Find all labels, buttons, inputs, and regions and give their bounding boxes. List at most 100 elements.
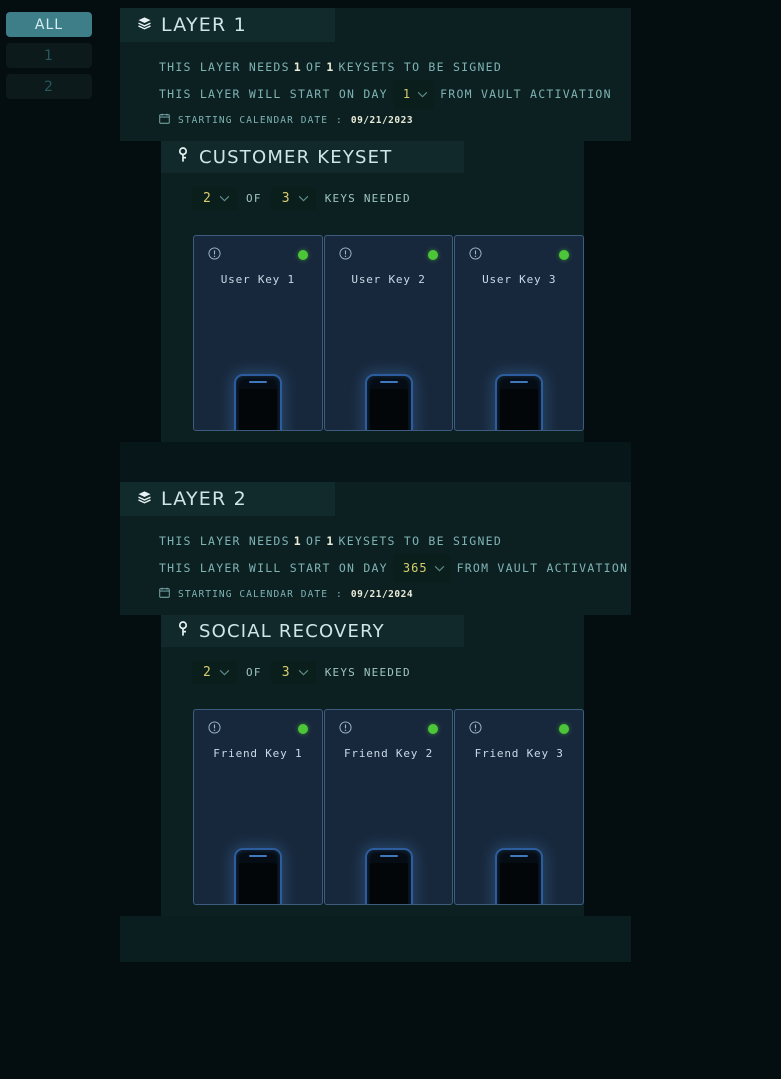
info-circle-icon[interactable]	[339, 245, 352, 264]
keys-needed-row: 2 OF 3 KEYS NEEDED	[161, 173, 584, 210]
keys-needed-label: KEYS NEEDED	[324, 666, 411, 679]
start-day-value: 1	[402, 87, 412, 101]
layer-block: LAYER 1 THIS LAYER NEEDS 1 OF 1 KEYSETS …	[120, 8, 775, 482]
key-card-top	[194, 236, 322, 264]
calendar-separator: :	[336, 114, 343, 126]
start-suffix: FROM VAULT ACTIVATION	[456, 561, 629, 575]
status-dot-icon	[428, 723, 439, 734]
status-dot-icon	[297, 249, 308, 260]
calendar-separator: :	[336, 588, 343, 600]
sidebar-item-all[interactable]: ALL	[6, 12, 92, 37]
info-circle-icon[interactable]	[469, 245, 482, 264]
sidebar-item-layer-1[interactable]: 1	[6, 43, 92, 68]
info-circle-icon[interactable]	[469, 719, 482, 738]
chevron-down-icon	[219, 666, 230, 679]
total-keys-value: 3	[281, 665, 291, 680]
of-label: OF	[246, 192, 262, 205]
layer-list: LAYER 1 THIS LAYER NEEDS 1 OF 1 KEYSETS …	[120, 8, 775, 962]
threshold-dropdown[interactable]: 2	[192, 661, 238, 684]
key-card[interactable]: Friend Key 2	[323, 709, 454, 905]
key-card[interactable]: User Key 3	[454, 235, 585, 431]
keyset-header-tab[interactable]: CUSTOMER KEYSET	[161, 141, 464, 173]
key-card-top	[325, 710, 453, 738]
mobile-phone-icon	[233, 374, 282, 430]
status-dot-icon	[559, 723, 570, 734]
page-title: LAYER 1	[161, 14, 247, 36]
key-card-label: Friend Key 3	[474, 747, 564, 760]
total-keys-dropdown[interactable]: 3	[270, 661, 316, 684]
threshold-dropdown[interactable]: 2	[192, 187, 238, 210]
calendar-label: STARTING CALENDAR DATE	[178, 114, 329, 126]
keys-needed-row: 2 OF 3 KEYS NEEDED	[161, 647, 584, 684]
keysets-required-line: THIS LAYER NEEDS 1 OF 1 KEYSETS TO BE SI…	[159, 529, 631, 554]
needs-prefix: THIS LAYER NEEDS	[159, 60, 290, 74]
key-card-top	[455, 710, 583, 738]
total-keys-value: 3	[281, 191, 291, 206]
layer-detail-lines: THIS LAYER NEEDS 1 OF 1 KEYSETS TO BE SI…	[120, 516, 631, 601]
start-prefix: THIS LAYER WILL START ON DAY	[159, 87, 388, 101]
vault-layers-screen: ALL 1 2 LAYER 1 THIS LAYER NEEDS 1 OF 1 …	[0, 0, 781, 1079]
chevron-down-icon	[417, 82, 428, 107]
needs-prefix: THIS LAYER NEEDS	[159, 534, 290, 548]
key-card[interactable]: Friend Key 1	[193, 709, 323, 905]
key-icon	[177, 621, 189, 641]
keysets-required-line: THIS LAYER NEEDS 1 OF 1 KEYSETS TO BE SI…	[159, 55, 631, 80]
layers-stack-icon	[137, 16, 152, 35]
key-card-label: User Key 3	[482, 273, 557, 286]
mobile-phone-icon	[495, 374, 544, 430]
key-card-list: Friend Key 1 Friend Key 2 Friend Key 3	[193, 709, 585, 905]
sidebar-item-label: 1	[44, 47, 54, 64]
layer-block: LAYER 2 THIS LAYER NEEDS 1 OF 1 KEYSETS …	[120, 482, 775, 962]
key-card-label: Friend Key 1	[213, 747, 303, 760]
info-circle-icon[interactable]	[208, 719, 221, 738]
key-card-label: Friend Key 2	[343, 747, 434, 760]
needs-of: OF	[305, 534, 323, 548]
calendar-label: STARTING CALENDAR DATE	[178, 588, 329, 600]
needs-total: 1	[326, 534, 335, 548]
sidebar-item-layer-2[interactable]: 2	[6, 74, 92, 99]
layer-header-tab[interactable]: LAYER 2	[120, 482, 335, 516]
needs-suffix: KEYSETS TO BE SIGNED	[338, 534, 502, 548]
start-day-dropdown[interactable]: 1	[393, 80, 435, 109]
layer-info-panel: LAYER 1 THIS LAYER NEEDS 1 OF 1 KEYSETS …	[120, 8, 631, 141]
chevron-down-icon	[298, 666, 309, 679]
calendar-icon	[159, 587, 170, 601]
sidebar-item-label: 2	[44, 78, 54, 95]
key-card[interactable]: Friend Key 3	[454, 709, 585, 905]
sidebar-item-label: ALL	[34, 16, 64, 33]
needs-count: 1	[293, 534, 302, 548]
layer-header-tab[interactable]: LAYER 1	[120, 8, 335, 42]
calendar-date-line: STARTING CALENDAR DATE : 09/21/2023	[159, 113, 631, 127]
key-card-top	[325, 236, 453, 264]
layers-stack-icon	[137, 490, 152, 509]
keyset-panel: SOCIAL RECOVERY 2 OF 3 KEYS NEEDED Frien…	[161, 615, 585, 916]
total-keys-dropdown[interactable]: 3	[270, 187, 316, 210]
layer-detail-lines: THIS LAYER NEEDS 1 OF 1 KEYSETS TO BE SI…	[120, 42, 631, 127]
status-dot-icon	[428, 249, 439, 260]
key-card-label: User Key 1	[220, 273, 295, 286]
status-dot-icon	[559, 249, 570, 260]
calendar-icon	[159, 113, 170, 127]
calendar-date-line: STARTING CALENDAR DATE : 09/21/2024	[159, 587, 631, 601]
calendar-date-value: 09/21/2024	[350, 588, 414, 600]
mobile-phone-icon	[495, 848, 544, 904]
key-card-top	[455, 236, 583, 264]
key-card-list: User Key 1 User Key 2 User Key 3	[193, 235, 585, 431]
start-day-value: 365	[402, 561, 428, 575]
info-circle-icon[interactable]	[339, 719, 352, 738]
key-icon	[177, 147, 189, 167]
layer-spacer	[120, 916, 631, 962]
key-card[interactable]: User Key 2	[323, 235, 454, 431]
key-card[interactable]: User Key 1	[193, 235, 323, 431]
start-day-dropdown[interactable]: 365	[393, 554, 451, 583]
status-dot-icon	[297, 723, 308, 734]
key-card-label: User Key 2	[351, 273, 426, 286]
keyset-header-tab[interactable]: SOCIAL RECOVERY	[161, 615, 464, 647]
mobile-phone-icon	[364, 848, 413, 904]
keyset-panel: CUSTOMER KEYSET 2 OF 3 KEYS NEEDED User …	[161, 141, 585, 442]
chevron-down-icon	[434, 556, 445, 581]
info-circle-icon[interactable]	[208, 245, 221, 264]
needs-of: OF	[305, 60, 323, 74]
start-prefix: THIS LAYER WILL START ON DAY	[159, 561, 388, 575]
of-label: OF	[246, 666, 262, 679]
